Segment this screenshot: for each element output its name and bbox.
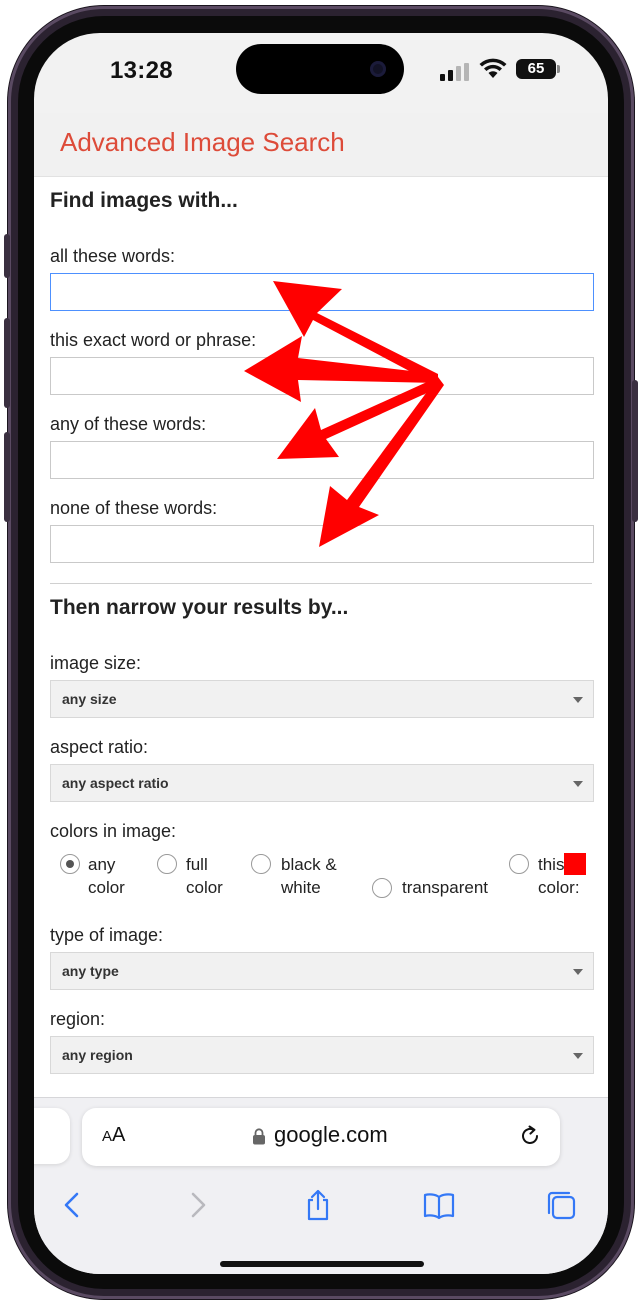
image-type-select[interactable]: any type	[50, 952, 594, 990]
dropdown-arrow-icon	[573, 697, 583, 703]
volume-up-button	[4, 318, 10, 408]
text-size-large-a: A	[112, 1124, 126, 1146]
all-words-input[interactable]	[50, 273, 594, 311]
screen: 13:28 65 Advanced Image Search Find imag…	[34, 33, 608, 1274]
dropdown-arrow-icon	[573, 781, 583, 787]
image-type-label: type of image:	[50, 925, 164, 945]
radio-label-line: full	[186, 855, 208, 874]
any-words-label: any of these words:	[50, 414, 207, 434]
web-page: Advanced Image Search Find images with..…	[34, 113, 608, 1129]
safari-toolbar	[34, 1182, 608, 1242]
radio-any-color-label[interactable]: any color	[88, 853, 125, 899]
radio-full-color[interactable]	[157, 854, 177, 874]
aspect-ratio-value: any aspect ratio	[62, 775, 169, 791]
region-select[interactable]: any region	[50, 1036, 594, 1074]
dropdown-arrow-icon	[573, 969, 583, 975]
image-size-label: image size:	[50, 653, 142, 673]
text-size-button[interactable]: AA	[102, 1124, 125, 1147]
power-button	[632, 380, 638, 522]
image-size-select[interactable]: any size	[50, 680, 594, 718]
reload-icon[interactable]	[518, 1124, 542, 1148]
back-icon[interactable]	[56, 1188, 90, 1222]
lock-icon	[253, 1128, 265, 1145]
text-size-small-a: A	[102, 1128, 113, 1145]
colors-label: colors in image:	[50, 821, 177, 841]
page-title: Advanced Image Search	[60, 127, 345, 157]
radio-transparent-label[interactable]: transparent	[402, 876, 488, 899]
share-icon[interactable]	[301, 1188, 335, 1222]
battery-level: 65	[527, 60, 545, 77]
previous-tab-preview[interactable]	[34, 1108, 70, 1164]
radio-label-line: color	[186, 878, 223, 897]
radio-black-white[interactable]	[251, 854, 271, 874]
region-value: any region	[62, 1047, 133, 1063]
narrow-section-title: Then narrow your results by...	[50, 596, 349, 619]
exact-phrase-label: this exact word or phrase:	[50, 330, 257, 350]
none-words-label: none of these words:	[50, 498, 218, 518]
section-divider	[50, 583, 592, 584]
page-header: Advanced Image Search	[34, 113, 608, 177]
dynamic-island	[236, 44, 404, 94]
forward-icon[interactable]	[180, 1188, 214, 1222]
radio-full-color-label[interactable]: full color	[186, 853, 223, 899]
radio-this-color[interactable]	[509, 854, 529, 874]
radio-label-line: color:	[538, 878, 580, 897]
none-words-input[interactable]	[50, 525, 594, 563]
radio-label-line: black &	[281, 855, 337, 874]
all-words-label: all these words:	[50, 246, 176, 266]
find-section-title: Find images with...	[50, 189, 238, 212]
dropdown-arrow-icon	[573, 1053, 583, 1059]
radio-label-line: color	[88, 878, 125, 897]
exact-phrase-input[interactable]	[50, 357, 594, 395]
cellular-signal-icon	[440, 63, 470, 81]
radio-label-line: any	[88, 855, 116, 874]
url-text: google.com	[274, 1122, 388, 1147]
action-button	[4, 234, 10, 278]
radio-black-white-label[interactable]: black & white	[281, 853, 337, 899]
any-words-input[interactable]	[50, 441, 594, 479]
image-type-value: any type	[62, 963, 119, 979]
aspect-ratio-select[interactable]: any aspect ratio	[50, 764, 594, 802]
radio-any-color[interactable]	[60, 854, 80, 874]
bookmarks-icon[interactable]	[422, 1188, 456, 1222]
home-indicator	[220, 1261, 424, 1267]
tabs-icon[interactable]	[544, 1188, 578, 1222]
radio-label-line: white	[281, 878, 321, 897]
status-time: 13:28	[110, 57, 173, 84]
radio-transparent[interactable]	[372, 878, 392, 898]
volume-down-button	[4, 432, 10, 522]
front-camera-icon	[370, 61, 386, 77]
region-label: region:	[50, 1009, 106, 1029]
aspect-ratio-label: aspect ratio:	[50, 737, 149, 757]
safari-bottom-bar: AA google.com	[34, 1097, 608, 1274]
wifi-icon	[479, 58, 507, 78]
battery-icon: 65	[516, 59, 560, 79]
image-size-value: any size	[62, 691, 117, 707]
battery-cap	[557, 65, 560, 73]
color-swatch[interactable]	[564, 853, 586, 875]
address-bar[interactable]: AA google.com	[82, 1108, 560, 1166]
